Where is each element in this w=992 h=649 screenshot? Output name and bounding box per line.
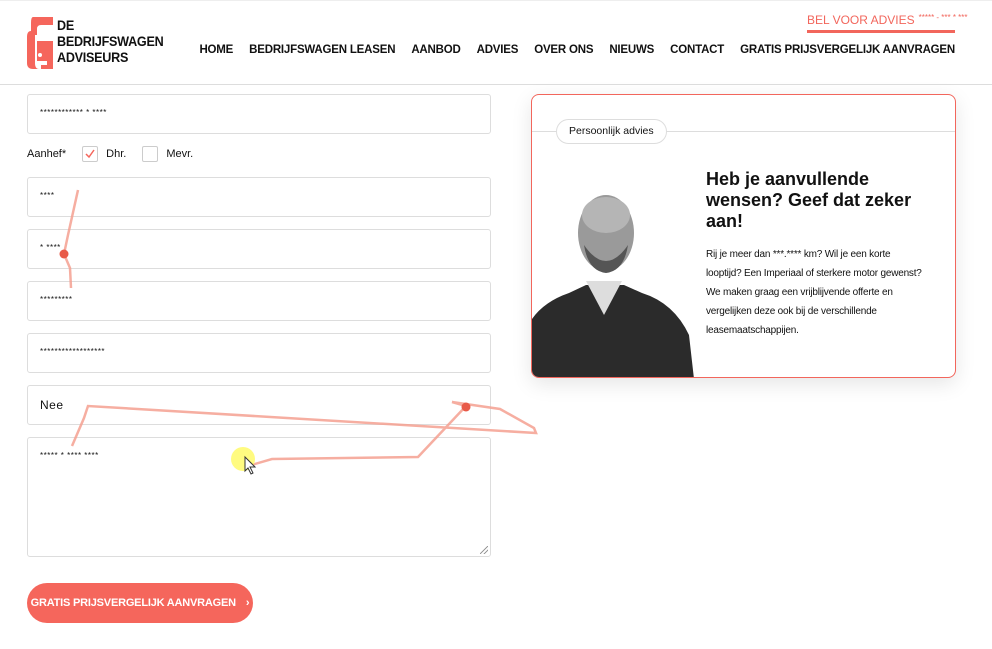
logo-line: ADVISEURS xyxy=(57,49,129,65)
nav-home[interactable]: HOME xyxy=(199,44,233,56)
advisor-photo xyxy=(532,195,694,377)
logo-line: BEDRIJFSWAGEN xyxy=(57,33,164,49)
last-name-input[interactable]: * **** xyxy=(27,229,491,269)
nav-bedrijfswagen-leasen[interactable]: BEDRIJFSWAGEN LEASEN xyxy=(249,44,395,56)
nav-gratis-prijsvergelijk[interactable]: GRATIS PRIJSVERGELIJK AANVRAGEN xyxy=(740,44,955,56)
textarea-value: ***** * **** **** xyxy=(40,451,99,460)
check-icon xyxy=(85,149,95,159)
call-for-advice-link[interactable]: BEL VOOR ADVIES ***** - *** * *** xyxy=(807,13,968,33)
nav-contact[interactable]: CONTACT xyxy=(670,44,724,56)
resize-handle-icon[interactable] xyxy=(480,546,488,554)
main-nav: HOME BEDRIJFSWAGEN LEASEN AANBOD ADVIES … xyxy=(199,44,955,56)
dhr-checkbox[interactable] xyxy=(82,146,99,162)
email-input[interactable]: ****************** xyxy=(27,333,491,373)
phone-input[interactable]: ********* xyxy=(27,281,491,321)
card-heading: Heb je aanvullende wensen? Geef dat zeke… xyxy=(706,169,912,231)
logo-text: DE BEDRIJFSWAGEN ADVISEURS xyxy=(57,17,164,69)
chevron-right-icon: › xyxy=(245,597,250,609)
card-body: Rij je meer dan ***.**** km? Wil je een … xyxy=(706,249,922,336)
aanhef-group: Aanhef* Dhr. Mevr. xyxy=(27,146,193,162)
first-name-input[interactable]: **** xyxy=(27,177,491,217)
submit-button[interactable]: GRATIS PRIJSVERGELIJK AANVRAGEN › xyxy=(27,583,253,623)
site-header: DE BEDRIJFSWAGEN ADVISEURS BEL VOOR ADVI… xyxy=(0,0,992,85)
submit-label: GRATIS PRIJSVERGELIJK AANVRAGEN xyxy=(30,597,236,609)
van-logo-icon xyxy=(27,17,53,69)
advice-card: Persoonlijk advies Heb je aanvullende we… xyxy=(531,94,956,378)
dhr-label: Dhr. xyxy=(106,148,127,160)
mevr-label: Mevr. xyxy=(166,148,194,160)
call-label: BEL VOOR ADVIES xyxy=(807,13,915,27)
logo[interactable]: DE BEDRIJFSWAGEN ADVISEURS xyxy=(27,17,175,69)
mevr-checkbox[interactable] xyxy=(142,146,159,162)
message-textarea[interactable]: ***** * **** **** xyxy=(27,437,491,557)
aanhef-label: Aanhef* xyxy=(27,148,67,160)
nav-nieuws[interactable]: NIEUWS xyxy=(609,44,654,56)
nav-over-ons[interactable]: OVER ONS xyxy=(534,44,593,56)
select-field[interactable]: Nee xyxy=(27,385,491,425)
advice-tag: Persoonlijk advies xyxy=(556,119,667,144)
logo-line: DE xyxy=(57,17,74,33)
nav-aanbod[interactable]: AANBOD xyxy=(411,44,460,56)
phone-number: ***** - *** * *** xyxy=(918,13,968,22)
company-input[interactable]: ************ * **** xyxy=(27,94,491,134)
nav-advies[interactable]: ADVIES xyxy=(477,44,519,56)
